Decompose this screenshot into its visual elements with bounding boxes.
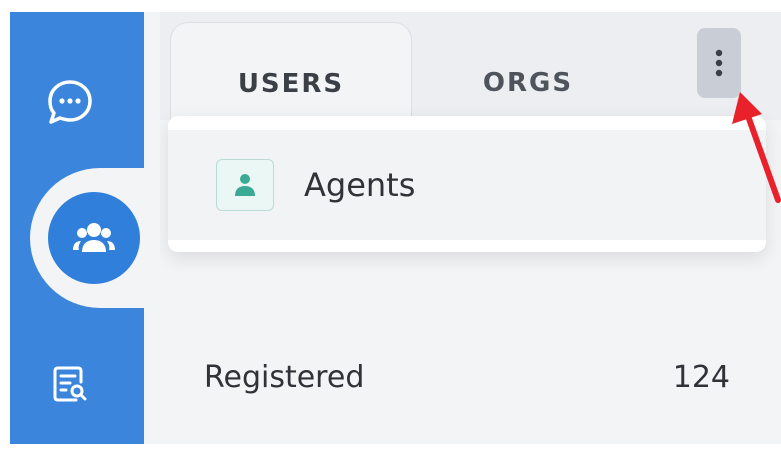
stat-row-registered: Registered 124 [204, 360, 730, 395]
main-panel: USERS ORGS Agents Registered 124 [160, 12, 781, 444]
tab-bar: USERS ORGS [160, 12, 781, 120]
more-options-menu: Agents [168, 116, 766, 252]
tab-users[interactable]: USERS [170, 22, 412, 120]
annotation-arrow-icon [732, 92, 781, 203]
tab-orgs[interactable]: ORGS [428, 22, 628, 120]
stat-value: 124 [672, 360, 730, 395]
stat-label: Registered [204, 360, 365, 395]
tab-users-label: USERS [237, 69, 345, 99]
agent-person-icon [235, 174, 255, 196]
menu-item-agents-label: Agents [304, 166, 416, 204]
chat-bubble-icon [48, 80, 92, 124]
app-window: USERS ORGS Agents Registered 124 [0, 0, 781, 455]
agent-avatar [216, 159, 274, 211]
sidebar-item-reports[interactable] [48, 362, 92, 406]
sidebar-item-chat[interactable] [42, 74, 98, 130]
document-search-icon [53, 366, 87, 402]
users-group-icon [73, 223, 115, 252]
menu-item-agents[interactable]: Agents [168, 130, 766, 240]
sidebar-item-users[interactable] [48, 192, 140, 284]
tab-orgs-label: ORGS [482, 68, 574, 98]
vertical-dots-icon [715, 49, 723, 77]
